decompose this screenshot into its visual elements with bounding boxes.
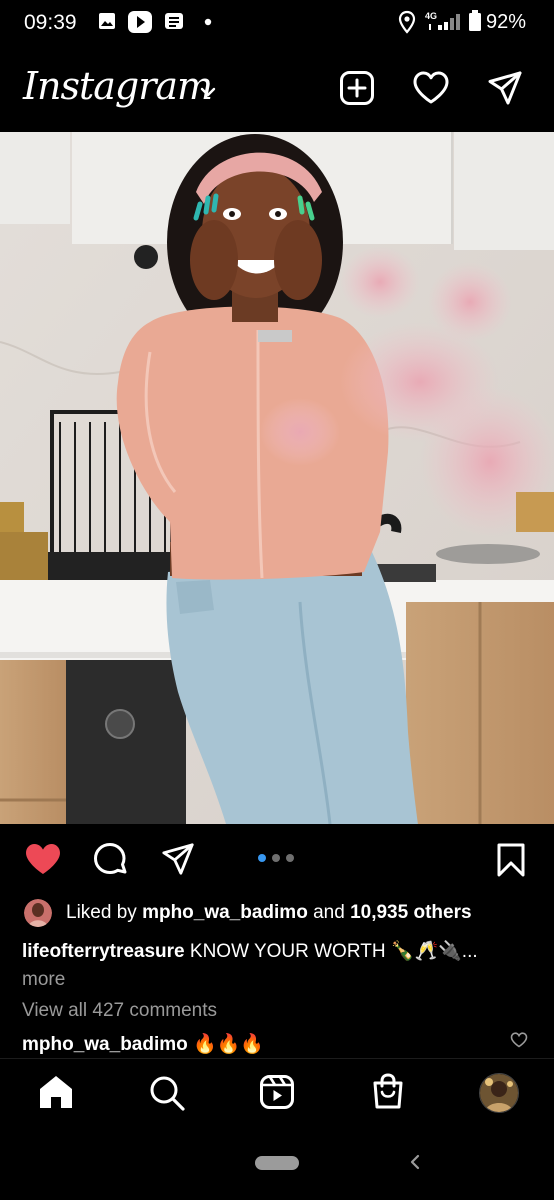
play-notification-icon [128,11,152,33]
battery-percent: 92% [486,11,527,33]
message-notification-icon [165,13,183,29]
view-all-comments-link[interactable]: View all 427 comments [22,1000,217,1022]
profile-avatar-image [480,1074,518,1112]
liker-avatar-image [24,899,52,927]
comment-icon[interactable] [92,841,130,879]
app-header: Instagram [0,46,554,132]
comment-text: 🔥🔥🔥 [193,1034,265,1055]
back-chevron-icon[interactable] [408,1151,422,1173]
signal-icon [429,14,460,30]
status-time: 09:39 [24,11,77,34]
chevron-down-icon[interactable] [200,86,216,98]
post-actions [0,824,554,894]
search-icon[interactable] [148,1074,186,1112]
profile-avatar[interactable] [479,1073,519,1113]
battery-icon [469,10,481,31]
bottom-navigation [0,1058,554,1125]
status-bar: 09:39 4G 92% [0,0,554,46]
shop-icon[interactable] [371,1072,405,1110]
location-icon [398,10,416,34]
likes-count[interactable]: 10,935 others [350,902,471,924]
comment-like-heart-icon[interactable] [510,1032,528,1048]
carousel-indicator [258,854,294,862]
carousel-dot-active [258,854,266,862]
home-gesture-pill[interactable] [255,1156,299,1170]
direct-message-icon[interactable] [487,70,523,106]
caption-text: KNOW YOUR WORTH 🍾🥂🔌... [189,941,478,962]
app-title[interactable]: Instagram [23,64,213,108]
carousel-dot [272,854,280,862]
likes-prefix: Liked by [66,902,137,923]
activity-heart-icon[interactable] [412,70,450,106]
save-bookmark-icon[interactable] [496,842,526,878]
post-caption: lifeofterrytreasure KNOW YOUR WORTH 🍾🥂🔌.… [22,938,532,994]
post-photo[interactable] [0,132,554,824]
likes-summary[interactable]: Liked by mpho_wa_badimo and 10,935 other… [24,898,472,928]
reels-icon[interactable] [259,1074,295,1110]
home-icon[interactable] [37,1074,75,1110]
new-post-icon[interactable] [339,70,375,106]
carousel-dot [286,854,294,862]
more-notifications-dot-icon [204,18,212,26]
caption-more-link[interactable]: more [22,966,532,994]
gallery-notification-icon [99,13,115,29]
first-comment: mpho_wa_badimo 🔥🔥🔥 [22,1032,264,1056]
liker-avatar[interactable] [24,899,52,927]
share-icon[interactable] [160,842,196,876]
likes-joiner: and [313,902,345,923]
like-heart-icon[interactable] [24,842,62,876]
liker-username[interactable]: mpho_wa_badimo [142,902,308,924]
comment-username[interactable]: mpho_wa_badimo [22,1034,188,1055]
caption-username[interactable]: lifeofterrytreasure [22,941,185,962]
post-photo-illustration [0,132,554,824]
